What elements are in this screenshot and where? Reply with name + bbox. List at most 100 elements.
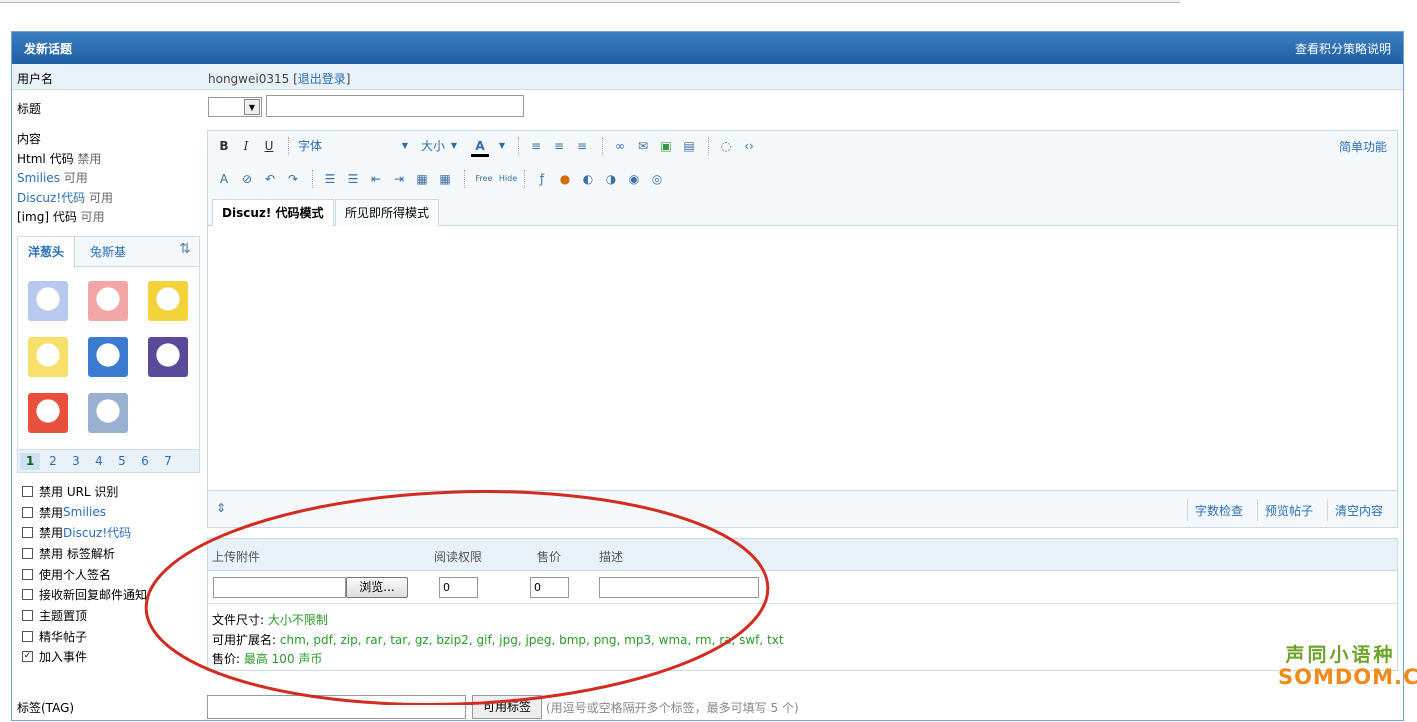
resize-icon[interactable]: ⇕: [216, 501, 226, 515]
option-digest[interactable]: 精华帖子: [22, 626, 202, 647]
smilies-page-1[interactable]: 1: [20, 453, 40, 470]
quote-icon[interactable]: ◌: [718, 138, 734, 154]
free-tag-icon[interactable]: Free: [474, 171, 494, 187]
audio-icon[interactable]: ◉: [626, 171, 642, 187]
option-disable-smilies[interactable]: 禁用 Smilies: [22, 502, 202, 523]
option-signature[interactable]: 使用个人签名: [22, 564, 202, 585]
smiley-5[interactable]: [88, 337, 128, 377]
available-tags-button[interactable]: 可用标签: [472, 695, 542, 719]
email-icon[interactable]: ✉: [635, 138, 651, 154]
option-email-notify[interactable]: 接收新回复邮件通知: [22, 584, 202, 605]
smilies-page-4[interactable]: 4: [89, 453, 109, 470]
indent-icon[interactable]: ⇥: [391, 171, 407, 187]
font-color-button[interactable]: A: [471, 138, 489, 157]
smilies-link[interactable]: Smilies: [17, 171, 60, 185]
tag-input[interactable]: [207, 695, 466, 719]
checkbox[interactable]: [22, 527, 33, 539]
smiley-7[interactable]: [28, 393, 68, 433]
checkbox[interactable]: [22, 506, 33, 518]
ordered-list-icon[interactable]: ☰: [322, 171, 338, 187]
file-path-input[interactable]: [213, 577, 346, 598]
smilies-page-2[interactable]: 2: [43, 453, 63, 470]
size-dropdown[interactable]: 大小: [421, 138, 445, 154]
option-add-event[interactable]: ✓ 加入事件: [22, 647, 202, 668]
smiley-4[interactable]: [28, 337, 68, 377]
chevron-down-icon[interactable]: ▼: [244, 99, 260, 115]
align-left-icon[interactable]: ≡: [528, 138, 544, 154]
tab-wysiwyg[interactable]: 所见即所得模式: [335, 199, 440, 226]
align-center-icon[interactable]: ≡: [551, 138, 567, 154]
credit-policy-link[interactable]: 查看积分策略说明: [1295, 40, 1391, 57]
smilies-page-6[interactable]: 6: [135, 453, 155, 470]
smilies-page-7[interactable]: 7: [158, 453, 178, 470]
float-right-icon[interactable]: ▦: [437, 171, 453, 187]
preview-button[interactable]: 预览帖子: [1265, 502, 1313, 519]
image-icon[interactable]: ▣: [658, 138, 674, 154]
media-icon[interactable]: ▤: [681, 138, 697, 154]
smiley-3[interactable]: [148, 281, 188, 321]
italic-button[interactable]: I: [240, 138, 252, 154]
chevron-down-icon[interactable]: ▼: [497, 138, 507, 154]
smilies-pager: 1 2 3 4 5 6 7: [18, 449, 199, 472]
smiley-2[interactable]: [88, 281, 128, 321]
flash-icon[interactable]: ƒ: [534, 171, 550, 187]
browse-button[interactable]: 浏览...: [346, 577, 408, 598]
qq-icon[interactable]: ●: [557, 171, 573, 187]
file-size-line: 文件尺寸: 大小不限制: [212, 611, 784, 631]
description-input[interactable]: [599, 577, 759, 598]
bold-button[interactable]: B: [218, 138, 230, 154]
underline-button[interactable]: U: [263, 138, 275, 154]
discuz-code-link[interactable]: Discuz!代码: [17, 191, 85, 205]
message-textarea[interactable]: [208, 226, 1397, 491]
smilies-tab-tuzki[interactable]: 兔斯基: [80, 237, 136, 267]
smilies-page-3[interactable]: 3: [66, 453, 86, 470]
wmv-icon[interactable]: ◑: [603, 171, 619, 187]
chevron-down-icon[interactable]: ▼: [400, 138, 410, 154]
align-right-icon[interactable]: ≡: [574, 138, 590, 154]
smiley-9[interactable]: [148, 393, 188, 433]
checkbox[interactable]: [22, 547, 33, 559]
toolbar-separator: [464, 170, 465, 188]
chevron-down-icon[interactable]: ▼: [449, 138, 459, 154]
smiley-1[interactable]: [28, 281, 68, 321]
checkbox[interactable]: [22, 609, 33, 621]
sort-arrows-icon[interactable]: ⇅: [175, 241, 195, 261]
unlink-icon[interactable]: ⊘: [239, 171, 255, 187]
simple-mode-link[interactable]: 简单功能: [1339, 138, 1387, 155]
option-disable-url[interactable]: 禁用 URL 识别: [22, 481, 202, 502]
word-count-button[interactable]: 字数检查: [1195, 502, 1243, 519]
option-disable-discuz[interactable]: 禁用 Discuz!代码: [22, 522, 202, 543]
remove-format-icon[interactable]: A: [216, 171, 232, 187]
subject-row: 标题 ▼: [12, 90, 1403, 124]
smiley-8[interactable]: [88, 393, 128, 433]
price-input[interactable]: 0: [530, 577, 569, 598]
checkbox[interactable]: [22, 589, 33, 601]
subject-input[interactable]: [266, 95, 524, 117]
rm-icon[interactable]: ◐: [580, 171, 596, 187]
outdent-icon[interactable]: ⇤: [368, 171, 384, 187]
smilies-page-5[interactable]: 5: [112, 453, 132, 470]
smilies-tab-onion[interactable]: 洋葱头: [18, 237, 76, 268]
code-icon[interactable]: ‹›: [741, 138, 757, 154]
checkbox[interactable]: [22, 630, 33, 642]
video-icon[interactable]: ◎: [649, 171, 665, 187]
float-left-icon[interactable]: ▦: [414, 171, 430, 187]
checkbox[interactable]: [22, 568, 33, 580]
checkbox-checked[interactable]: ✓: [22, 651, 33, 663]
tab-discuz-code[interactable]: Discuz! 代码模式: [212, 199, 334, 227]
read-permission-input[interactable]: 0: [439, 577, 478, 598]
clear-content-button[interactable]: 清空内容: [1335, 502, 1383, 519]
link-icon[interactable]: ∞: [612, 138, 628, 154]
font-dropdown[interactable]: 字体: [298, 138, 322, 154]
unordered-list-icon[interactable]: ☰: [345, 171, 361, 187]
logout-link[interactable]: 退出登录: [298, 72, 346, 86]
undo-icon[interactable]: ↶: [262, 171, 278, 187]
option-disable-tags[interactable]: 禁用 标签解析: [22, 543, 202, 564]
option-label: 精华帖子: [39, 629, 88, 644]
option-sticky[interactable]: 主题置顶: [22, 605, 202, 626]
checkbox[interactable]: [22, 485, 33, 497]
smiley-6[interactable]: [148, 337, 188, 377]
hide-tag-icon[interactable]: Hide: [498, 171, 518, 187]
redo-icon[interactable]: ↷: [285, 171, 301, 187]
subject-type-select[interactable]: ▼: [208, 97, 262, 117]
